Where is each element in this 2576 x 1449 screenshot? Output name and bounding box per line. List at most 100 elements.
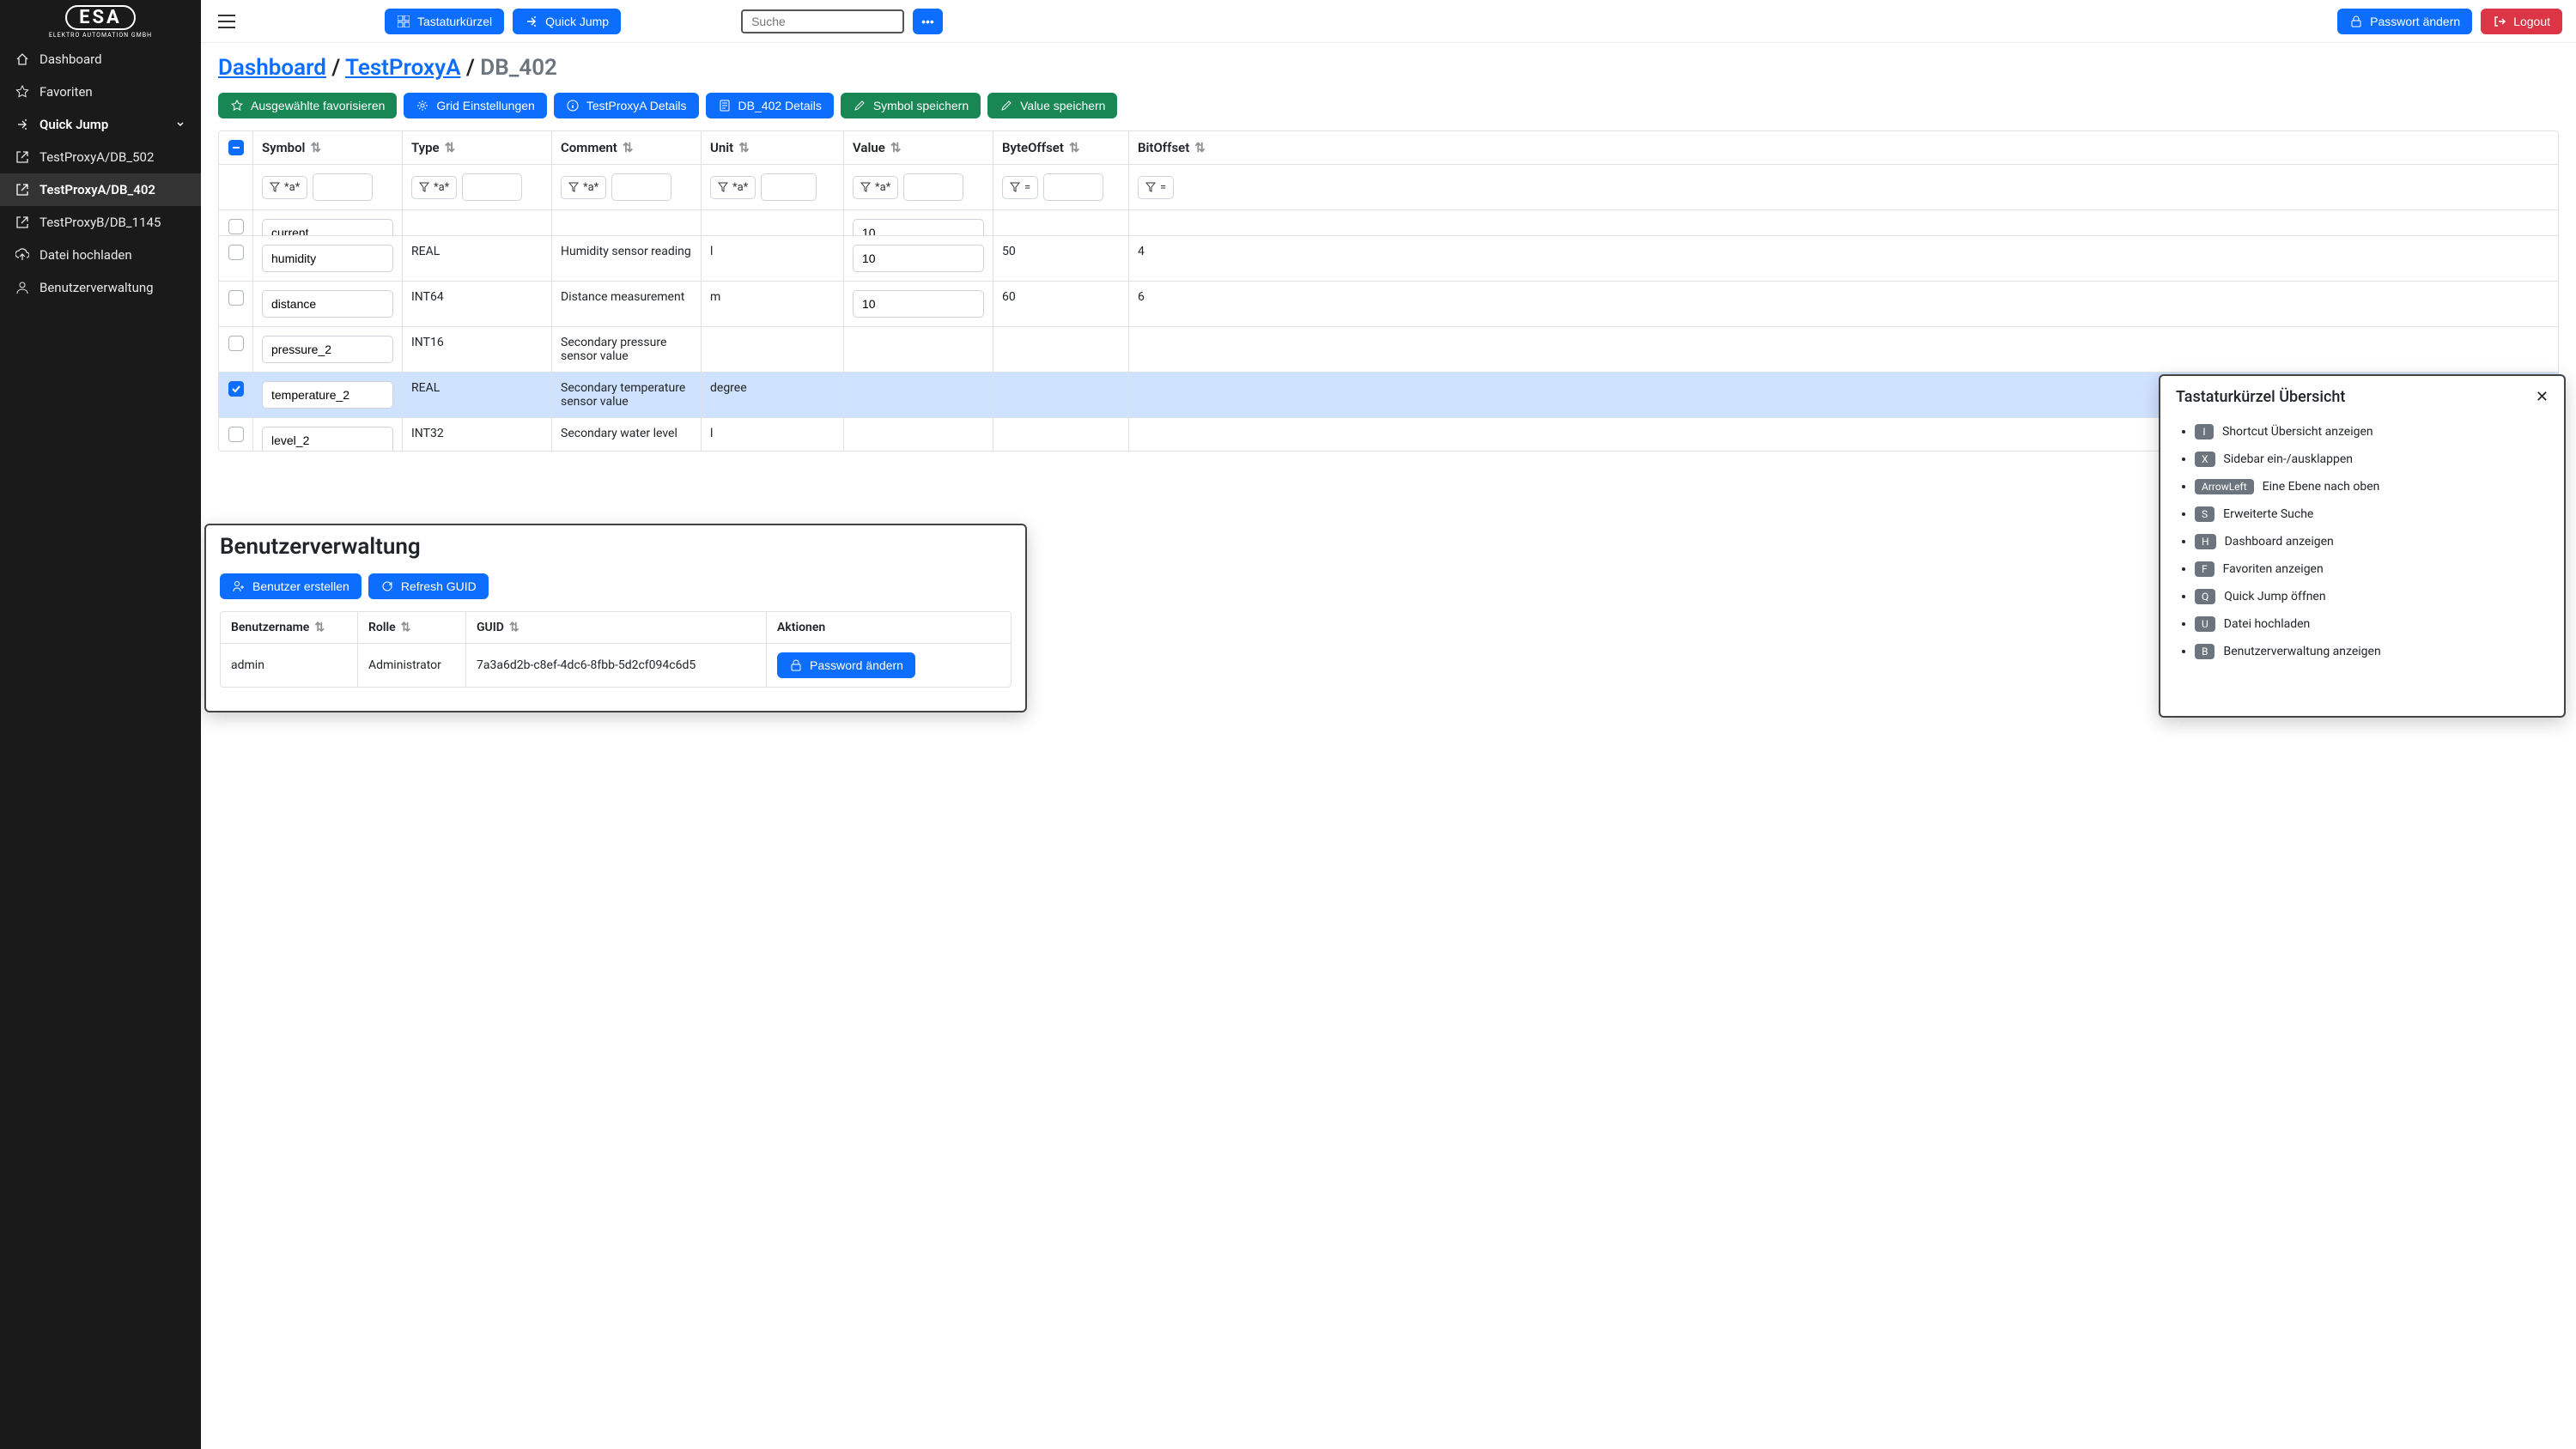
sort-icon: ⇅	[314, 621, 325, 634]
comment-cell: Secondary pressure sensor value	[552, 327, 702, 372]
value-input[interactable]	[853, 290, 984, 318]
filter-unit-input[interactable]	[761, 173, 817, 201]
row-checkbox[interactable]	[228, 336, 244, 351]
db-details-button[interactable]: DB_402 Details	[706, 93, 834, 118]
col-unit[interactable]: Unit⇅	[702, 131, 844, 164]
filter-byteoffset[interactable]: =	[1002, 176, 1038, 199]
shortcut-label: Favoriten anzeigen	[2223, 562, 2324, 576]
key-badge: B	[2195, 644, 2215, 659]
shortcut-item: ArrowLeftEine Ebene nach oben	[2195, 473, 2547, 500]
refresh-icon	[380, 579, 394, 593]
logo-text: ESA	[65, 5, 136, 30]
sidebar-item-2[interactable]: Quick Jump	[0, 108, 201, 141]
change-password-button[interactable]: Passwort ändern	[2337, 9, 2472, 34]
filter-comment-input[interactable]	[611, 173, 671, 201]
breadcrumb-dashboard[interactable]: Dashboard	[218, 55, 326, 81]
table-row: INT64 Distance measurement m 60 6	[219, 282, 2558, 327]
sort-icon: ⇅	[445, 140, 456, 155]
sidebar-item-label: Benutzerverwaltung	[39, 280, 154, 295]
shortcut-item: QQuick Jump öffnen	[2195, 583, 2547, 610]
row-checkbox[interactable]	[228, 427, 244, 442]
logout-button[interactable]: Logout	[2481, 9, 2562, 34]
symbol-input[interactable]	[262, 219, 393, 236]
row-checkbox[interactable]	[228, 290, 244, 306]
col-comment[interactable]: Comment⇅	[552, 131, 702, 164]
search-input[interactable]	[741, 9, 904, 33]
dots-icon: •••	[921, 15, 934, 28]
hamburger-icon[interactable]	[215, 11, 239, 32]
ucol-username[interactable]: Benutzername ⇅	[221, 612, 358, 643]
sidebar-item-label: Datei hochladen	[39, 247, 132, 263]
grid-settings-button[interactable]: Grid Einstellungen	[404, 93, 546, 118]
lock-icon	[789, 658, 803, 672]
save-symbol-button[interactable]: Symbol speichern	[841, 93, 981, 118]
breadcrumb-current: DB_402	[480, 55, 557, 81]
filter-symbol[interactable]: *a*	[262, 176, 307, 199]
save-value-button[interactable]: Value speichern	[987, 93, 1117, 118]
symbol-input[interactable]	[262, 381, 393, 409]
select-all-checkbox[interactable]	[228, 140, 244, 155]
filter-byteoffset-input[interactable]	[1043, 173, 1103, 201]
logout-icon	[2493, 15, 2506, 28]
col-value[interactable]: Value⇅	[844, 131, 993, 164]
filter-type[interactable]: *a*	[411, 176, 457, 199]
bitoffset-cell	[1129, 327, 2558, 372]
sidebar-item-0[interactable]: Dashboard	[0, 43, 201, 76]
type-cell: INT64	[403, 282, 552, 326]
filter-comment[interactable]: *a*	[561, 176, 606, 199]
row-checkbox[interactable]	[228, 245, 244, 260]
logo: ESA ELEKTRO AUTOMATION GMBH	[0, 0, 201, 43]
value-input[interactable]	[853, 245, 984, 272]
shortcuts-button[interactable]: Tastaturkürzel	[385, 9, 504, 34]
row-checkbox[interactable]	[228, 219, 244, 234]
filter-value[interactable]: *a*	[853, 176, 898, 199]
breadcrumb-proxy[interactable]: TestProxyA	[345, 55, 460, 81]
filter-symbol-input[interactable]	[313, 173, 373, 201]
quickjump-button[interactable]: Quick Jump	[513, 9, 621, 34]
favorite-selected-button[interactable]: Ausgewählte favorisieren	[218, 93, 397, 118]
proxy-details-button[interactable]: TestProxyA Details	[554, 93, 699, 118]
close-icon[interactable]: ✕	[2536, 388, 2549, 406]
filter-bitoffset[interactable]: =	[1138, 176, 1174, 199]
ucol-role[interactable]: Rolle ⇅	[358, 612, 466, 643]
filter-value-input[interactable]	[903, 173, 963, 201]
symbol-input[interactable]	[262, 290, 393, 318]
shortcut-label: Eine Ebene nach oben	[2263, 480, 2380, 494]
sidebar-item-5[interactable]: TestProxyB/DB_1145	[0, 206, 201, 239]
create-user-button[interactable]: Benutzer erstellen	[220, 573, 361, 599]
shortcut-item: B Benutzerverwaltung anzeigen	[2195, 638, 2547, 665]
filter-type-input[interactable]	[462, 173, 522, 201]
sidebar-item-7[interactable]: Benutzerverwaltung	[0, 271, 201, 304]
sidebar-item-1[interactable]: Favoriten	[0, 76, 201, 108]
row-checkbox[interactable]	[228, 381, 244, 397]
shortcut-item: IShortcut Übersicht anzeigen	[2195, 418, 2547, 446]
key-badge: S	[2195, 506, 2215, 522]
symbol-input[interactable]	[262, 245, 393, 272]
refresh-guid-button[interactable]: Refresh GUID	[368, 573, 489, 599]
col-type[interactable]: Type⇅	[403, 131, 552, 164]
type-cell: INT32	[403, 418, 552, 451]
comment-cell	[552, 210, 702, 235]
usermgmt-title: Benutzerverwaltung	[220, 534, 1012, 560]
filter-unit[interactable]: *a*	[710, 176, 756, 199]
sidebar-item-6[interactable]: Datei hochladen	[0, 239, 201, 271]
col-bitoffset[interactable]: BitOffset⇅	[1129, 131, 2558, 164]
user-password-button[interactable]: Password ändern	[777, 652, 915, 678]
upload-icon	[15, 248, 29, 262]
ucol-guid[interactable]: GUID ⇅	[466, 612, 767, 643]
bitoffset-cell	[1129, 210, 2558, 235]
symbol-input[interactable]	[262, 427, 393, 451]
sidebar-item-3[interactable]: TestProxyA/DB_502	[0, 141, 201, 173]
usermgmt-panel: Benutzerverwaltung Benutzer erstellen Re…	[204, 524, 1027, 712]
sort-icon: ⇅	[310, 140, 321, 155]
shortcut-label: Benutzerverwaltung anzeigen	[2223, 645, 2380, 658]
symbol-input[interactable]	[262, 336, 393, 363]
pencil-icon	[999, 99, 1013, 112]
value-input[interactable]	[853, 219, 984, 236]
sidebar-item-4[interactable]: TestProxyA/DB_402	[0, 173, 201, 206]
col-symbol[interactable]: Symbol⇅	[253, 131, 403, 164]
ext-icon	[15, 183, 29, 197]
more-button[interactable]: •••	[913, 9, 943, 34]
sidebar-item-label: Dashboard	[39, 52, 102, 67]
col-byteoffset[interactable]: ByteOffset⇅	[993, 131, 1129, 164]
